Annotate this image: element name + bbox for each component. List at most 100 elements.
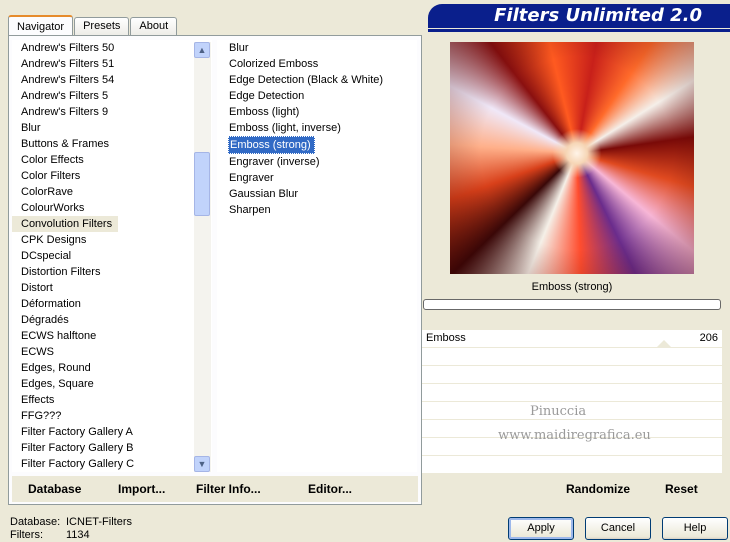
category-item-label: Distortion Filters — [21, 266, 101, 278]
randomize-button[interactable]: Randomize — [566, 482, 630, 496]
filter-item-label: Gaussian Blur — [229, 188, 299, 200]
filter-info-button[interactable]: Filter Info... — [194, 482, 292, 496]
filter-list[interactable]: Blur Colorized Emboss Edge Detection (Blac… — [217, 40, 417, 472]
filter-item[interactable]: Emboss (light) — [217, 104, 417, 120]
category-item-label: Buttons & Frames — [21, 138, 110, 150]
filter-item-label: Emboss (strong) — [230, 139, 311, 151]
scroll-up-icon[interactable]: ▲ — [194, 42, 210, 58]
category-item[interactable]: Andrew's Filters 5 — [12, 88, 212, 104]
category-item[interactable]: Edges, Round — [12, 360, 212, 376]
category-item-label: Filter Factory Gallery C — [21, 458, 135, 470]
filter-item[interactable]: Sharpen — [217, 202, 417, 218]
category-item-label: Color Effects — [21, 154, 84, 166]
filter-item[interactable]: Gaussian Blur — [217, 186, 417, 202]
watermark-name: Pinuccia — [530, 404, 587, 419]
category-item[interactable]: Déformation — [12, 296, 212, 312]
category-item-label: DCspecial — [21, 250, 72, 262]
tab-navigator[interactable]: Navigator — [8, 15, 74, 37]
progress-bar — [423, 299, 721, 310]
tab-about[interactable]: About — [130, 17, 178, 36]
filter-item[interactable]: Edge Detection (Black & White) — [217, 72, 417, 88]
category-item-label: Dégradés — [21, 314, 69, 326]
tab-strip: Navigator Presets About — [8, 14, 178, 37]
category-item[interactable]: ColourWorks — [12, 200, 212, 216]
category-item[interactable]: Effects — [12, 392, 212, 408]
filter-item[interactable]: Colorized Emboss — [217, 56, 417, 72]
category-item-label: Effects — [21, 394, 55, 406]
category-item-label: Déformation — [21, 298, 81, 310]
database-label: Database: — [10, 516, 61, 528]
category-item-label: Edges, Square — [21, 378, 94, 390]
app-title-banner: Filters Unlimited 2.0 — [428, 4, 730, 28]
category-item[interactable]: Distortion Filters — [12, 264, 212, 280]
category-item-label: Filter Factory Gallery B — [21, 442, 134, 454]
right-button-bar: Randomize Reset — [422, 476, 722, 502]
slider-label: Emboss — [426, 332, 466, 344]
category-item-label: Andrew's Filters 51 — [21, 58, 115, 70]
category-list[interactable]: Andrew's Filters 50 Andrew's Filters 51 An… — [12, 40, 212, 472]
category-item-label: Color Filters — [21, 170, 81, 182]
category-item[interactable]: ECWS — [12, 344, 212, 360]
editor-button[interactable]: Editor... — [292, 482, 352, 496]
filter-item[interactable]: Blur — [217, 40, 417, 56]
category-item-label: CPK Designs — [21, 234, 87, 246]
scroll-thumb[interactable] — [194, 152, 210, 216]
category-item-label: Edges, Round — [21, 362, 91, 374]
category-item-label: ECWS halftone — [21, 330, 97, 342]
filter-item[interactable]: Emboss (strong) — [228, 136, 315, 154]
category-item[interactable]: ECWS halftone — [12, 328, 212, 344]
category-item-label: FFG??? — [21, 410, 62, 422]
category-item[interactable]: Dégradés — [12, 312, 212, 328]
scroll-down-icon[interactable]: ▼ — [194, 456, 210, 472]
filter-item-label: Blur — [229, 42, 249, 54]
category-item[interactable]: Buttons & Frames — [12, 136, 212, 152]
category-item[interactable]: Blur — [12, 120, 212, 136]
category-item[interactable]: Edges, Square — [12, 376, 212, 392]
category-item[interactable]: Filter Factory Gallery C — [12, 456, 212, 472]
category-item[interactable]: Andrew's Filters 54 — [12, 72, 212, 88]
cancel-button[interactable]: Cancel — [585, 517, 651, 540]
filter-item[interactable]: Engraver (inverse) — [217, 154, 417, 170]
filters-count-value: 1134 — [66, 529, 90, 541]
slider-empty — [422, 456, 722, 474]
filter-item-label: Edge Detection — [229, 90, 305, 102]
filter-item-label: Colorized Emboss — [229, 58, 319, 70]
category-item[interactable]: Andrew's Filters 51 — [12, 56, 212, 72]
filter-item-label: Emboss (light) — [229, 106, 300, 118]
filter-item-label: Emboss (light, inverse) — [229, 122, 341, 134]
filter-item[interactable]: Engraver — [217, 170, 417, 186]
category-item[interactable]: Convolution Filters — [12, 216, 119, 232]
category-item[interactable]: ColorRave — [12, 184, 212, 200]
slider-thumb-icon[interactable] — [656, 340, 672, 348]
help-button[interactable]: Help — [662, 517, 728, 540]
watermark-url: www.maidiregrafica.eu — [498, 428, 651, 443]
title-divider — [428, 29, 730, 32]
database-value: ICNET-Filters — [66, 516, 132, 528]
category-item-label: Blur — [21, 122, 41, 134]
category-item[interactable]: FFG??? — [12, 408, 212, 424]
slider-area: Emboss 206 — [422, 330, 722, 474]
category-item-label: Convolution Filters — [21, 218, 113, 230]
category-item[interactable]: Color Filters — [12, 168, 212, 184]
slider-empty — [422, 366, 722, 384]
category-item-label: Filter Factory Gallery A — [21, 426, 133, 438]
database-button[interactable]: Database — [12, 482, 114, 496]
category-item[interactable]: DCspecial — [12, 248, 212, 264]
category-item[interactable]: Color Effects — [12, 152, 212, 168]
slider-emboss[interactable]: Emboss 206 — [422, 330, 722, 348]
category-item[interactable]: Andrew's Filters 50 — [12, 40, 212, 56]
tab-presets[interactable]: Presets — [74, 17, 130, 36]
reset-button[interactable]: Reset — [665, 482, 698, 496]
apply-button[interactable]: Apply — [508, 517, 574, 540]
import-button[interactable]: Import... — [114, 482, 194, 496]
category-item[interactable]: Distort — [12, 280, 212, 296]
database-info: Database: ICNET-Filters Filters: 1134 — [10, 516, 132, 542]
filter-item[interactable]: Emboss (light, inverse) — [217, 120, 417, 136]
category-item[interactable]: Filter Factory Gallery A — [12, 424, 212, 440]
filter-item[interactable]: Edge Detection — [217, 88, 417, 104]
category-item[interactable]: CPK Designs — [12, 232, 212, 248]
category-scrollbar[interactable]: ▲ ▼ — [194, 42, 211, 472]
category-item[interactable]: Andrew's Filters 9 — [12, 104, 212, 120]
preview-shade — [450, 42, 694, 274]
category-item[interactable]: Filter Factory Gallery B — [12, 440, 212, 456]
